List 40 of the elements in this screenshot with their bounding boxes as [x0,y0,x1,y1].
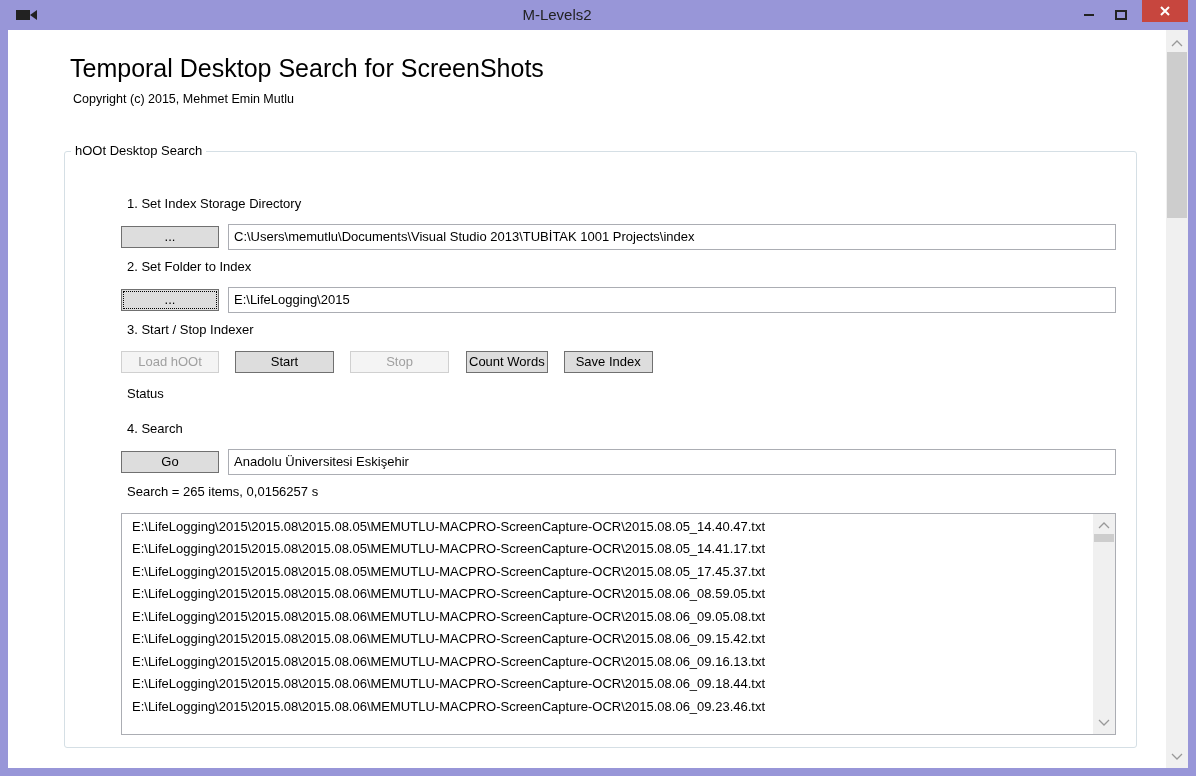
action-button[interactable]: Count Words [466,350,548,373]
path-field[interactable]: Anadolu Üniversitesi Eskişehir [228,448,1116,475]
list-scrollbar[interactable] [1093,513,1115,734]
result-item[interactable]: E:\LifeLogging\2015\2015.08\2015.08.06\MEMUTLU-MACPRO-ScreenCapture-OCR\2015.08.06_09.05.08.txt [132,605,766,629]
result-item[interactable]: E:\LifeLogging\2015\2015.08\2015.08.06\MEMUTLU-MACPRO-ScreenCapture-OCR\2015.08.06_09.18.44.txt [132,673,766,696]
result-item[interactable]: E:\LifeLogging\2015\2015.08\2015.08.06\MEMUTLU-MACPRO-ScreenCapture-OCR\2015.08.06_08.59.05.txt [132,583,766,606]
action-button[interactable]: ... [121,288,219,311]
result-item[interactable]: E:\LifeLogging\2015\2015.08\2015.08.05\MEMUTLU-MACPRO-ScreenCapture-OCR\2015.08.05_14.41.17.txt [132,538,766,561]
step-label: 1. Set Index Storage Directory [127,195,302,212]
path-field[interactable]: C:\Users\memutlu\Documents\Visual Studio 2013\TUBİTAK 1001 Projects\index [228,223,1116,250]
close-icon [1160,6,1170,16]
scroll-up-icon[interactable] [1098,521,1110,529]
search-result-text: Search = 265 items, 0,0156257 s [127,483,319,500]
result-item[interactable]: E:\LifeLogging\2015\2015.08\2015.08.06\MEMUTLU-MACPRO-ScreenCapture-OCR\2015.08.06_09.15.42.txt [132,628,766,651]
close-button[interactable] [1142,0,1188,22]
scrollbar-thumb[interactable] [1094,533,1114,542]
scroll-down-icon[interactable] [1098,718,1110,726]
action-button[interactable]: Go [121,450,219,473]
step-label: 4. Search [127,420,183,437]
action-button[interactable]: Start [235,350,334,373]
result-item[interactable]: E:\LifeLogging\2015\2015.08\2015.08.06\MEMUTLU-MACPRO-ScreenCapture-OCR\2015.08.06_09.23.46.txt [132,695,766,719]
scrollbar-thumb[interactable] [1167,52,1187,218]
action-button[interactable]: ... [121,225,219,248]
step-label: 3. Start / Stop Indexer [127,321,254,338]
result-item[interactable]: E:\LifeLogging\2015\2015.08\2015.08.06\MEMUTLU-MACPRO-ScreenCapture-OCR\2015.08.06_09.16.13.txt [132,650,766,674]
window-scrollbar[interactable] [1166,30,1188,768]
path-field[interactable]: E:\LifeLogging\2015 [228,286,1116,313]
step-label: 2. Set Folder to Index [127,258,252,275]
status-text: Status [127,385,164,402]
scroll-down-icon[interactable] [1171,753,1183,760]
window-title: M-Levels2 [522,5,592,23]
scroll-up-icon[interactable] [1171,40,1183,47]
result-item[interactable]: E:\LifeLogging\2015\2015.08\2015.08.05\MEMUTLU-MACPRO-ScreenCapture-OCR\2015.08.05_14.40.47.txt [132,515,766,539]
minimize-icon [1084,14,1094,16]
result-item[interactable]: E:\LifeLogging\2015\2015.08\2015.08.05\MEMUTLU-MACPRO-ScreenCapture-OCR\2015.08.05_17.45.37.txt [132,560,766,584]
app-title: Temporal Desktop Search for ScreenShots [70,53,544,84]
copyright-text: Copyright (c) 2015, Mehmet Emin Mutlu [73,91,294,108]
maximize-icon [1115,10,1127,20]
action-button[interactable]: Save Index [563,350,653,373]
camera-icon [16,9,38,21]
